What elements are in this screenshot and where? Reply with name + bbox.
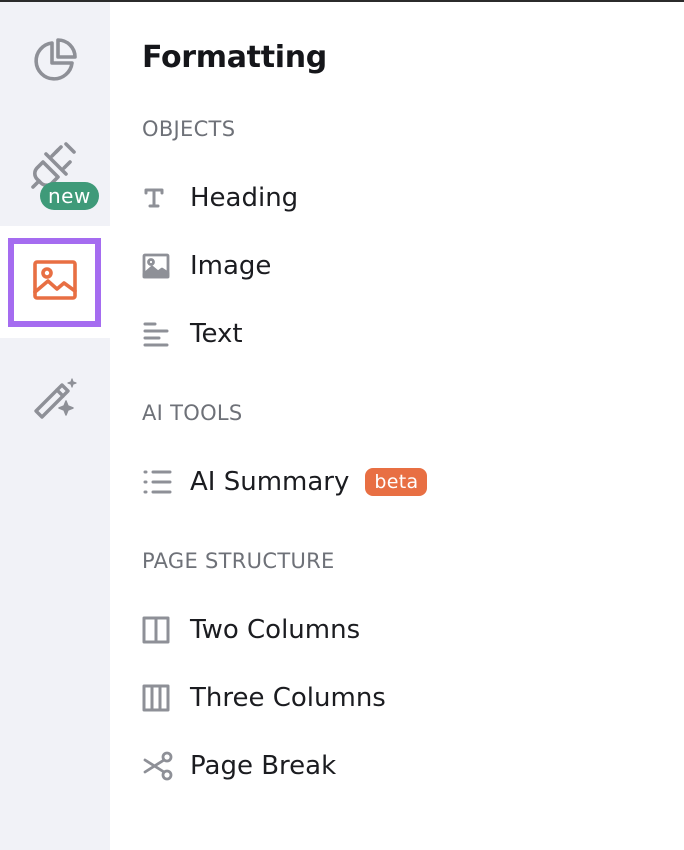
item-text[interactable]: Text [142, 314, 562, 354]
pie-chart-icon [32, 37, 78, 83]
rail-item-charts[interactable] [0, 22, 110, 98]
section-heading-page-structure: PAGE STRUCTURE [142, 549, 335, 573]
item-ai-summary[interactable]: AI Summary beta [142, 462, 562, 502]
item-heading[interactable]: Heading [142, 178, 562, 218]
text-t-icon [142, 182, 174, 214]
item-page-break[interactable]: Page Break [142, 746, 562, 786]
rail-item-ai-tools[interactable] [0, 360, 110, 436]
section-heading-ai-tools: AI TOOLS [142, 401, 243, 425]
scissors-icon [142, 750, 174, 782]
panel-title: Formatting [142, 40, 327, 75]
item-label: Two Columns [190, 615, 361, 645]
image-icon [142, 250, 174, 282]
two-columns-icon [142, 614, 174, 646]
item-label: Heading [190, 183, 299, 213]
rail-item-formatting[interactable] [8, 238, 101, 327]
item-label: AI Summary [190, 467, 350, 497]
magic-wand-icon [32, 375, 78, 421]
image-icon [32, 260, 77, 305]
three-columns-icon [142, 682, 174, 714]
item-two-columns[interactable]: Two Columns [142, 610, 562, 650]
align-left-icon [142, 318, 174, 350]
item-three-columns[interactable]: Three Columns [142, 678, 562, 718]
item-label: Page Break [190, 751, 337, 781]
item-label: Three Columns [190, 683, 386, 713]
beta-badge: beta [365, 468, 428, 496]
item-label: Text [190, 319, 243, 349]
item-image[interactable]: Image [142, 246, 562, 286]
section-heading-objects: OBJECTS [142, 117, 236, 141]
item-label: Image [190, 251, 272, 281]
list-icon [142, 466, 174, 498]
new-badge: new [40, 182, 99, 210]
